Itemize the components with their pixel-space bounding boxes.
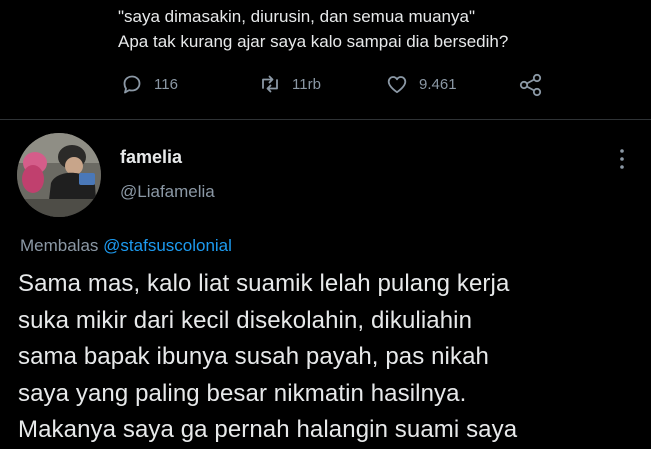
tweet-body-line: Sama mas, kalo liat suamik lelah pulang … [18, 270, 510, 297]
author-display-name[interactable]: famelia [120, 147, 182, 168]
quoted-tweet-text: "saya dimasakin, diurusin, dan semua mua… [118, 4, 638, 54]
retweet-count: 11rb [292, 75, 321, 93]
more-vertical-icon [620, 149, 624, 169]
share-button[interactable] [518, 72, 544, 98]
tweet-body-line: suka mikir dari kecil disekolahin, dikul… [18, 306, 473, 334]
avatar-photo [17, 133, 101, 217]
tweet-body-line: saya yang paling besar nikmatin hasilnya… [18, 379, 467, 407]
reply-bubble-icon [123, 75, 141, 94]
reply-button[interactable]: 116 [120, 72, 178, 96]
quoted-line: "saya dimasakin, diurusin, dan semua mua… [118, 7, 475, 26]
like-button[interactable]: 9.461 [385, 72, 457, 96]
retweet-button[interactable]: 11rb [258, 72, 321, 96]
author-handle[interactable]: @Liafamelia [120, 182, 215, 202]
avatar[interactable] [17, 133, 101, 217]
like-count: 9.461 [419, 75, 457, 93]
tweet-body-line: sama bapak ibunya susah payah, pas nikah [18, 343, 489, 370]
quoted-line: Apa tak kurang ajar saya kalo sampai dia… [118, 32, 509, 51]
tweet-divider [0, 119, 651, 120]
replying-to-label: Membalas [20, 236, 99, 255]
tweet-action-bar: 116 11rb 9.461 [0, 70, 651, 100]
tweet-body: Sama mas, kalo liat suamik lelah pulang … [18, 266, 651, 449]
reply-count: 116 [154, 75, 178, 93]
mention-link[interactable]: @stafsuscolonial [103, 236, 232, 255]
tweet-body-line: Makanya saya ga pernah halangin suami sa… [18, 416, 518, 443]
heart-icon [387, 76, 407, 94]
replying-to: Membalas @stafsuscolonial [20, 236, 232, 256]
share-icon [519, 73, 542, 97]
retweet-icon [262, 75, 278, 93]
more-options-button[interactable] [612, 146, 632, 172]
